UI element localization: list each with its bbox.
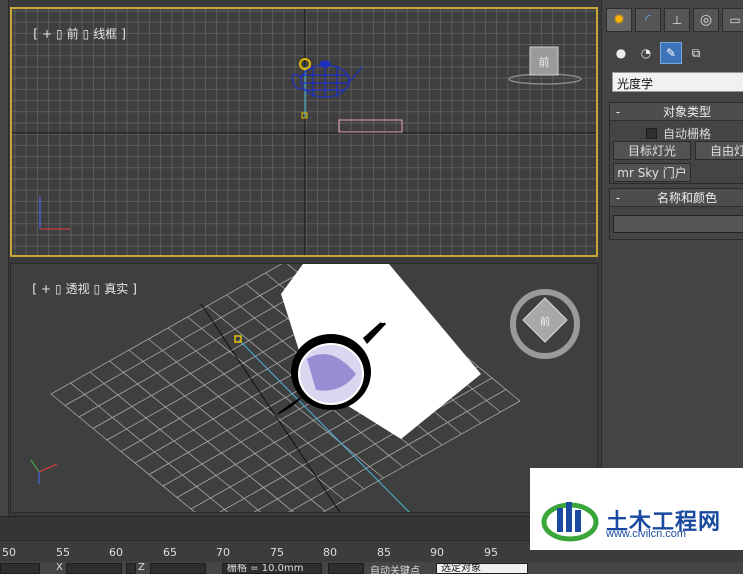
viewcube-perspective-icon: 前 bbox=[510, 289, 580, 359]
selection-set-dropdown[interactable]: 选定对象 bbox=[436, 563, 528, 574]
autogrid-label: 自动栅格 bbox=[663, 127, 712, 141]
viewport-name[interactable]: 前 bbox=[67, 27, 79, 41]
object-type-rollout: - 对象类型 自动栅格 目标灯光 自由灯光 mr Sky 门户 bbox=[609, 102, 743, 184]
viewcube-front-icon: 前 bbox=[508, 46, 582, 85]
shading-mode[interactable]: 线框 bbox=[93, 27, 117, 41]
display-tab[interactable]: ▭ bbox=[722, 8, 743, 32]
name-color-title: 名称和颜色 bbox=[656, 191, 717, 205]
viewcube-face-label: 前 bbox=[540, 315, 550, 328]
box-glyph: ▯ bbox=[56, 27, 63, 41]
autogrid-checkbox[interactable] bbox=[646, 128, 657, 139]
modify-icon: ◜ bbox=[645, 12, 651, 28]
viewcube-face-label: 前 bbox=[539, 55, 550, 69]
viewport-menu-plus[interactable]: + bbox=[41, 282, 51, 296]
axis-tripod-icon bbox=[39, 197, 70, 230]
lock-field[interactable] bbox=[328, 563, 364, 574]
shapes-subtab[interactable]: ◔ bbox=[635, 42, 657, 64]
lights-subtab[interactable]: ✎ bbox=[660, 42, 682, 64]
target-light-button[interactable]: 目标灯光 bbox=[613, 141, 691, 160]
auto-key-label[interactable]: 自动关键点 bbox=[370, 562, 420, 574]
name-color-rollout: - 名称和颜色 bbox=[609, 188, 743, 240]
photometric-area-shape bbox=[338, 119, 403, 133]
lights-icon: ✎ bbox=[665, 46, 677, 60]
object-type-header[interactable]: - 对象类型 bbox=[610, 103, 743, 121]
geometry-subtab[interactable]: ● bbox=[610, 42, 632, 64]
bracket-open: [ bbox=[32, 282, 37, 296]
bracket-close: ] bbox=[121, 27, 126, 41]
display-icon: ▭ bbox=[729, 13, 741, 27]
perspective-viewport-label[interactable]: [+ ▯ 透视 ▯ 真实] bbox=[17, 266, 141, 311]
watermark-url: www.civilcn.com bbox=[606, 528, 687, 540]
create-icon: ✹ bbox=[613, 12, 625, 28]
z-label: Z bbox=[138, 562, 145, 573]
shading-mode[interactable]: 真实 bbox=[104, 282, 128, 296]
command-panel: ✹ ◜ ⊥ ◎ ▭ ● ◔ ✎ ⧉ 光度学 - 对象类型 自动栅格 目标灯光 自… bbox=[601, 0, 743, 516]
box-glyph: ▯ bbox=[93, 282, 101, 296]
motion-tab[interactable]: ◎ bbox=[693, 8, 719, 32]
z-coordinate-field[interactable] bbox=[150, 563, 206, 574]
timeline-tick: 95 bbox=[484, 546, 498, 559]
perspective-viewport[interactable]: 前 [+ ▯ 透视 ▯ 真实] bbox=[10, 263, 598, 513]
status-bar: X Z 栅格 = 10.0mm 自动关键点 选定对象 bbox=[0, 562, 743, 574]
shapes-icon: ◔ bbox=[640, 46, 652, 60]
create-subtabs: ● ◔ ✎ ⧉ bbox=[610, 42, 707, 64]
box-glyph: ▯ bbox=[82, 27, 90, 41]
timeline-tick: 55 bbox=[56, 546, 70, 559]
grid-size-display: 栅格 = 10.0mm bbox=[222, 563, 322, 574]
free-light-button[interactable]: 自由灯光 bbox=[695, 141, 743, 160]
timeline-tick: 80 bbox=[323, 546, 337, 559]
light-category-dropdown[interactable]: 光度学 bbox=[612, 72, 743, 92]
mr-sky-portal-button[interactable]: mr Sky 门户 bbox=[613, 163, 691, 182]
cameras-subtab[interactable]: ⧉ bbox=[685, 42, 707, 64]
collapse-icon[interactable]: - bbox=[610, 105, 626, 119]
geometry-icon: ● bbox=[615, 46, 627, 60]
civilcn-logo-icon bbox=[541, 502, 599, 542]
timeline-tick: 60 bbox=[109, 546, 123, 559]
timeline-tick: 50 bbox=[2, 546, 16, 559]
viewport-menu-plus[interactable]: + bbox=[42, 27, 52, 41]
autogrid-checkbox-row[interactable]: 自动栅格 bbox=[646, 125, 711, 142]
front-viewport[interactable]: 前 [+ ▯ 前 ▯ 线框] bbox=[10, 7, 598, 257]
timeline-tick: 70 bbox=[216, 546, 230, 559]
teapot-wireframe-icon bbox=[291, 60, 363, 98]
x-coordinate-field[interactable] bbox=[66, 563, 122, 574]
coordinate-field[interactable] bbox=[126, 563, 136, 574]
status-field[interactable] bbox=[0, 563, 40, 574]
name-color-header[interactable]: - 名称和颜色 bbox=[610, 189, 743, 207]
bracket-open: [ bbox=[33, 27, 38, 41]
object-type-title: 对象类型 bbox=[662, 105, 711, 119]
axis-tripod-icon bbox=[30, 459, 58, 484]
left-ruler-strip bbox=[0, 0, 9, 516]
cameras-icon: ⧉ bbox=[691, 45, 701, 60]
hierarchy-tab[interactable]: ⊥ bbox=[664, 8, 690, 32]
bracket-close: ] bbox=[132, 282, 137, 296]
timeline-tick: 75 bbox=[270, 546, 284, 559]
timeline-tick: 85 bbox=[377, 546, 391, 559]
hierarchy-icon: ⊥ bbox=[671, 13, 683, 27]
modify-tab[interactable]: ◜ bbox=[635, 8, 661, 32]
front-viewport-label[interactable]: [+ ▯ 前 ▯ 线框] bbox=[18, 11, 130, 56]
x-label: X bbox=[56, 562, 63, 573]
timeline-tick: 65 bbox=[163, 546, 177, 559]
watermark-logo: 土木工程网 www.civilcn.com bbox=[530, 468, 743, 550]
box-glyph: ▯ bbox=[55, 282, 62, 296]
motion-icon: ◎ bbox=[699, 12, 713, 28]
viewport-name[interactable]: 透视 bbox=[66, 282, 90, 296]
collapse-icon[interactable]: - bbox=[610, 191, 626, 205]
object-name-field[interactable] bbox=[613, 215, 743, 233]
command-panel-tabs: ✹ ◜ ⊥ ◎ ▭ bbox=[606, 8, 743, 32]
create-tab[interactable]: ✹ bbox=[606, 8, 632, 32]
timeline-tick: 90 bbox=[430, 546, 444, 559]
